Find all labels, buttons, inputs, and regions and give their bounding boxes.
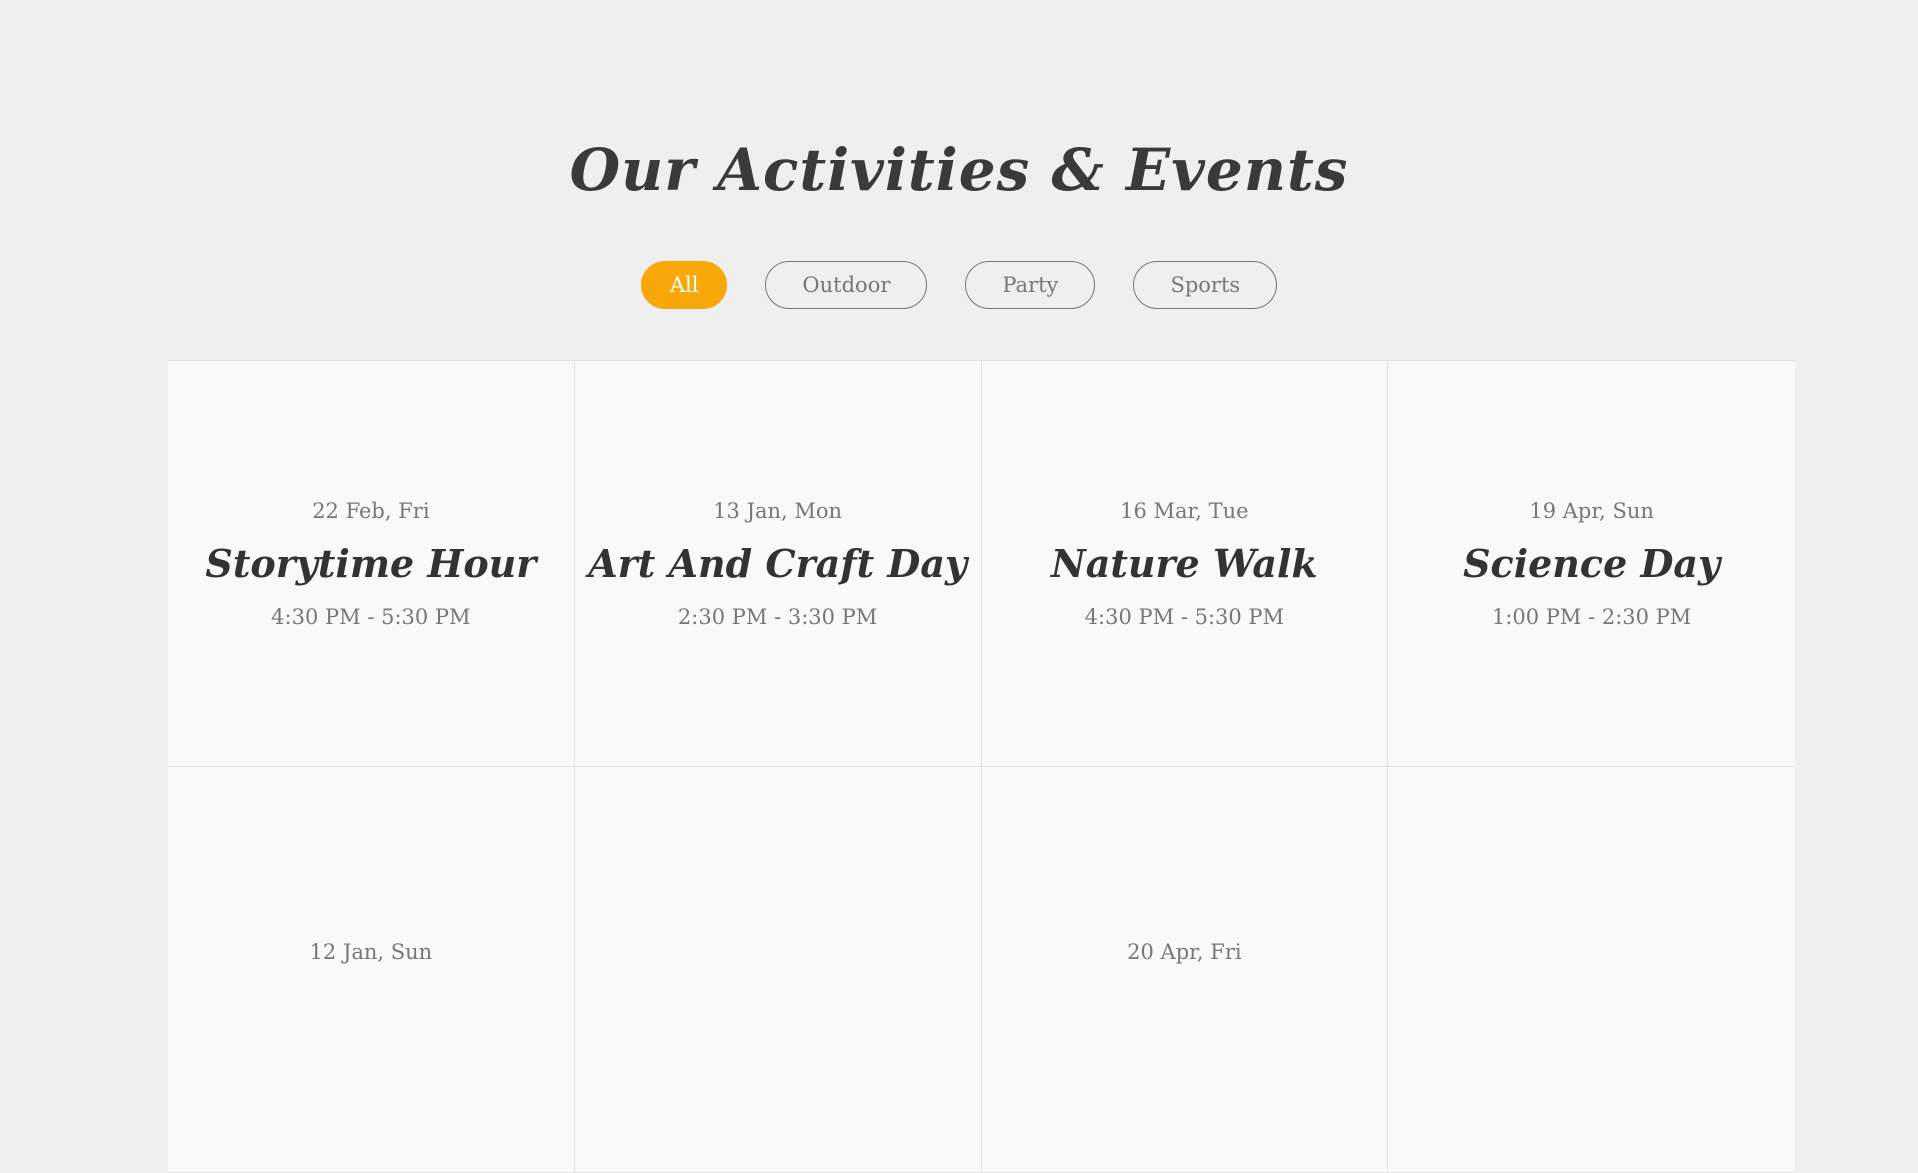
section-title: Our Activities & Events: [569, 136, 1349, 204]
filter-all-button[interactable]: All: [640, 261, 728, 309]
event-date: 12 Jan, Sun: [309, 939, 433, 964]
event-date: 13 Jan, Mon: [713, 498, 843, 523]
event-card[interactable]: 16 Mar, Tue Nature Walk 4:30 PM - 5:30 P…: [981, 361, 1389, 767]
events-grid: 22 Feb, Fri Storytime Hour 4:30 PM - 5:3…: [168, 360, 1795, 1173]
event-card[interactable]: 20 Apr, Fri: [981, 767, 1389, 1173]
event-title: Nature Walk: [1051, 540, 1318, 586]
event-time: 1:00 PM - 2:30 PM: [1491, 604, 1692, 629]
event-card[interactable]: 19 Apr, Sun Science Day 1:00 PM - 2:30 P…: [1388, 361, 1795, 767]
event-time: 4:30 PM - 5:30 PM: [271, 604, 471, 629]
event-card[interactable]: 13 Jan, Mon Art And Craft Day 2:30 PM - …: [574, 361, 982, 767]
event-card[interactable]: 22 Feb, Fri Storytime Hour 4:30 PM - 5:3…: [168, 361, 575, 767]
event-date: 19 Apr, Sun: [1529, 498, 1654, 523]
event-time: 4:30 PM - 5:30 PM: [1084, 604, 1285, 629]
event-card[interactable]: 12 Jan, Sun: [168, 767, 575, 1173]
event-title: Storytime Hour: [205, 540, 537, 586]
event-card[interactable]: [574, 767, 982, 1173]
event-date: 20 Apr, Fri: [1127, 939, 1242, 964]
event-date: 16 Mar, Tue: [1120, 498, 1249, 523]
event-card[interactable]: [1388, 767, 1795, 1173]
filter-bar: All Outdoor Party Sports: [0, 261, 1918, 309]
filter-outdoor-button[interactable]: Outdoor: [765, 261, 928, 309]
event-date: 22 Feb, Fri: [312, 498, 430, 523]
filter-party-button[interactable]: Party: [965, 261, 1096, 309]
filter-sports-button[interactable]: Sports: [1133, 261, 1278, 309]
event-title: Art And Craft Day: [588, 540, 968, 586]
event-title: Science Day: [1463, 540, 1721, 586]
event-time: 2:30 PM - 3:30 PM: [677, 604, 878, 629]
